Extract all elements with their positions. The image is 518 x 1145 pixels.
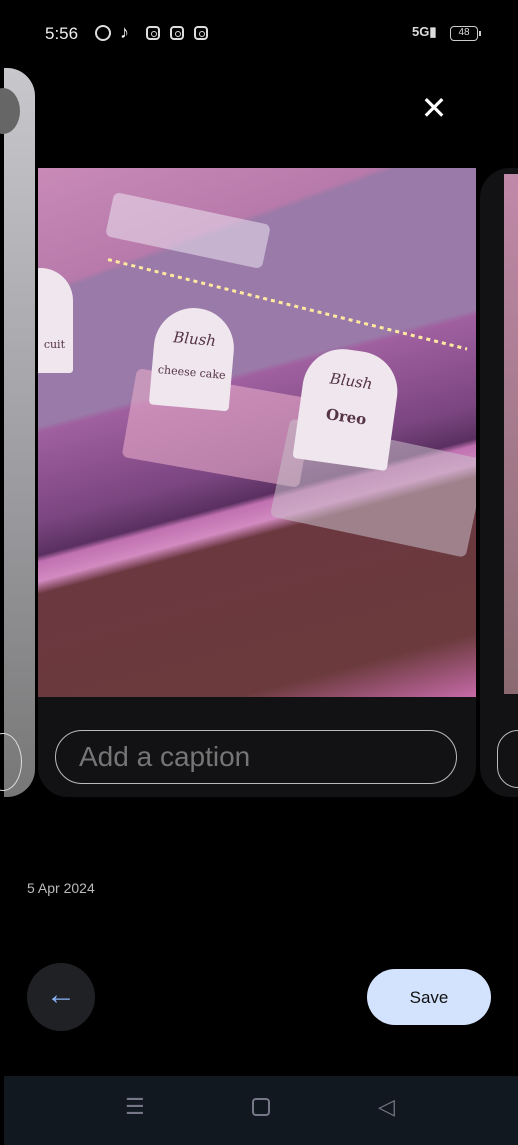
photo-sign: Blush Oreo	[292, 343, 403, 472]
instagram-icon	[146, 26, 160, 40]
network-type: 5G	[412, 24, 430, 39]
status-time: 5:56	[45, 24, 79, 43]
photo-sign: Blush cheese cake	[148, 304, 238, 412]
caption-input[interactable]	[55, 730, 457, 784]
status-bar: 5:56 ♪ 5G▮ 48	[0, 22, 518, 48]
photo-date: 5 Apr 2024	[27, 880, 95, 896]
menu-icon[interactable]: ☰	[125, 1094, 145, 1120]
save-button[interactable]: Save	[367, 969, 491, 1025]
previous-caption-field	[0, 733, 22, 791]
next-caption-field	[497, 730, 518, 788]
previous-photo-thumb	[0, 88, 20, 134]
signal-icon: 5G▮	[412, 24, 437, 39]
battery-icon: 48	[450, 26, 481, 41]
photo-card: Blush cheese cake Blush Oreo cuit	[38, 168, 476, 797]
home-icon[interactable]	[252, 1098, 270, 1116]
whatsapp-icon	[95, 25, 111, 41]
instagram-icon	[194, 26, 208, 40]
back-icon[interactable]: ◁	[378, 1094, 395, 1120]
photo-sign: cuit	[38, 268, 73, 373]
close-button[interactable]: ✕	[418, 92, 450, 124]
tiktok-icon: ♪	[120, 22, 129, 42]
photo: Blush cheese cake Blush Oreo cuit	[38, 168, 476, 697]
instagram-icon	[170, 26, 184, 40]
previous-photo-card[interactable]	[0, 68, 35, 797]
navigation-bar: ☰ ◁	[4, 1076, 518, 1145]
back-button[interactable]: ←	[27, 963, 95, 1031]
next-photo-card[interactable]	[480, 168, 518, 797]
next-photo-thumb	[504, 174, 518, 694]
arrow-left-icon: ←	[46, 978, 76, 1011]
